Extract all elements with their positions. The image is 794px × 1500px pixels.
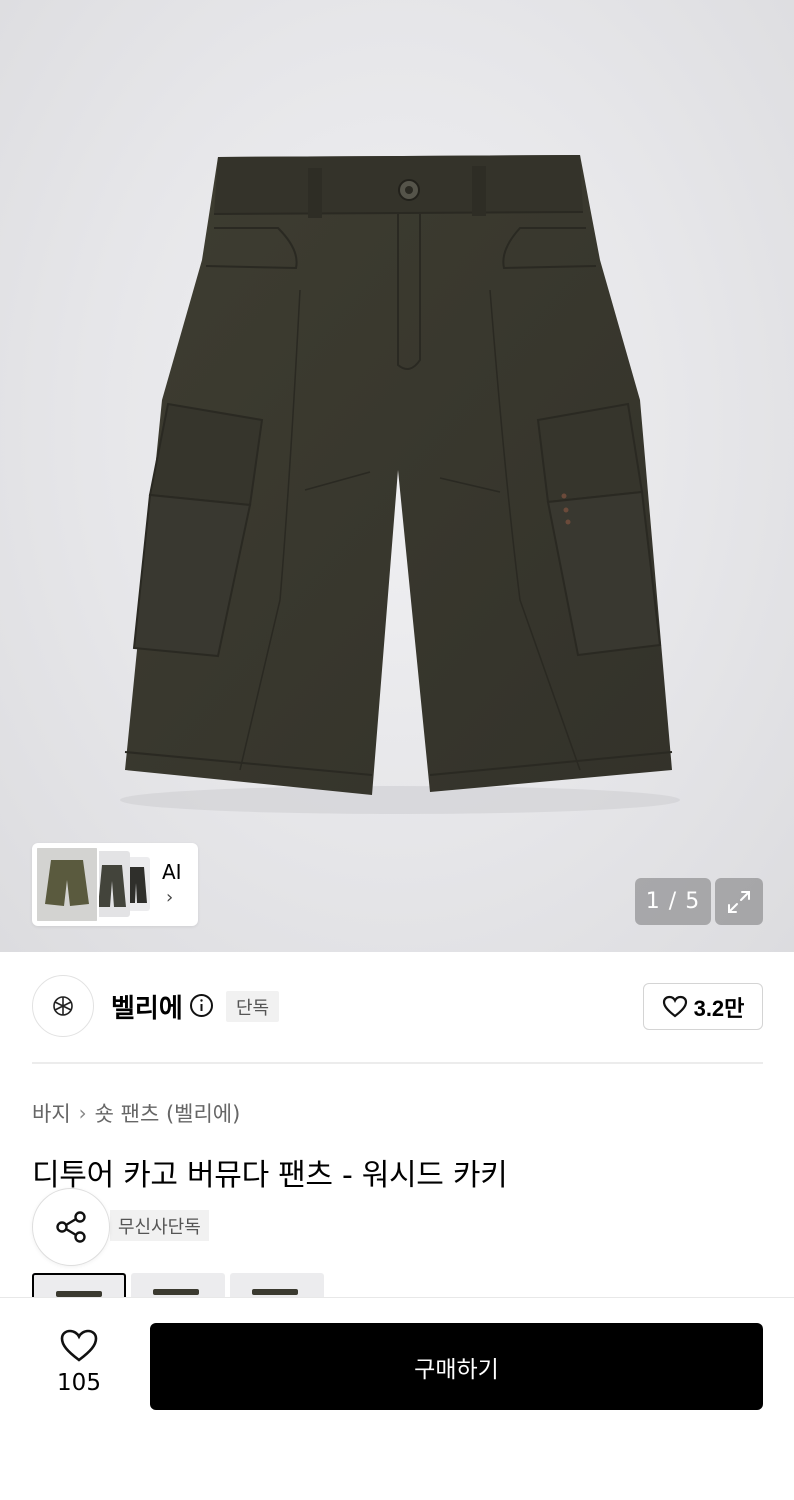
product-image-gallery[interactable]: AI › 1 / 5 (0, 0, 794, 952)
brand-like-button[interactable]: 3.2만 (643, 983, 763, 1030)
color-option-2[interactable] (131, 1273, 225, 1299)
expand-button[interactable] (715, 878, 763, 925)
brand-logo-icon (53, 996, 73, 1016)
brand-like-count: 3.2만 (693, 995, 745, 1021)
chevron-right-icon: › (166, 887, 174, 908)
share-icon (56, 1211, 86, 1243)
heart-icon (662, 995, 687, 1017)
bottom-action-bar: 105 구매하기 (0, 1297, 794, 1500)
exclusive-badge: 단독 (226, 991, 280, 1022)
chevron-right-icon: › (78, 1101, 87, 1125)
wishlist-count: 105 (57, 1370, 101, 1396)
buy-button[interactable]: 구매하기 (150, 1323, 763, 1410)
color-option-3[interactable] (230, 1273, 324, 1299)
breadcrumb: 바지 › 숏 팬츠 (벨리에) (32, 1098, 240, 1128)
brand-logo[interactable] (32, 975, 94, 1037)
thumbnail-1 (35, 846, 99, 923)
divider (32, 1062, 763, 1064)
product-image (120, 155, 680, 814)
breadcrumb-item-pants[interactable]: 바지 (32, 1098, 71, 1128)
product-title: 디투어 카고 버뮤다 팬츠 - 워시드 카키 (32, 1158, 508, 1193)
image-page-counter: 1 / 5 (635, 878, 711, 925)
thumbnail-2 (94, 851, 130, 917)
breadcrumb-item-shorts[interactable]: 숏 팬츠 (벨리에) (95, 1098, 241, 1128)
wishlist-button[interactable]: 105 (50, 1328, 108, 1396)
info-icon[interactable] (189, 993, 214, 1018)
color-option-1[interactable] (32, 1273, 126, 1299)
musinsa-exclusive-badge: 무신사단독 (110, 1210, 209, 1241)
expand-icon (728, 890, 750, 913)
heart-icon (60, 1329, 98, 1362)
share-button[interactable] (32, 1188, 110, 1266)
ai-label: AI (162, 860, 182, 884)
brand-name[interactable]: 벨리에 (111, 988, 183, 1025)
ai-thumbnails-button[interactable]: AI › (32, 843, 198, 926)
